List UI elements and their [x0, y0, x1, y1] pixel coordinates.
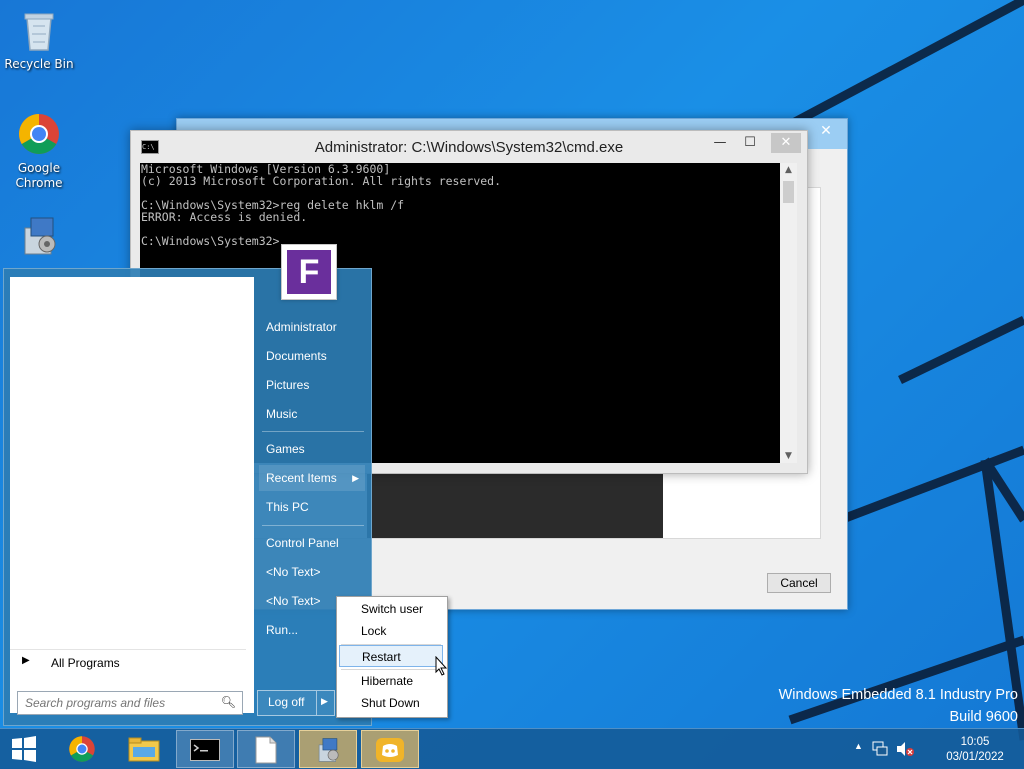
- file-explorer-icon: [128, 737, 160, 762]
- log-off-button[interactable]: Log off ▶: [257, 690, 335, 716]
- background-dialog-close-button[interactable]: ✕: [811, 121, 841, 141]
- branding-edition: Windows Embedded 8.1 Industry Pro: [778, 687, 1018, 703]
- cmd-titlebar[interactable]: C:\ Administrator: C:\Windows\System32\c…: [131, 131, 807, 163]
- start-menu-programs-pane: ▶ All Programs 🔍︎: [10, 277, 254, 715]
- windows-branding: Windows Embedded 8.1 Industry Pro Build …: [779, 684, 1018, 728]
- start-menu: ▶ All Programs 🔍︎ Administrator Document…: [3, 268, 372, 726]
- blank-document-icon: [255, 736, 277, 764]
- background-dialog-image-strip: [367, 474, 663, 538]
- taskbar-installer-button[interactable]: [299, 730, 357, 768]
- installer-package-icon: [24, 217, 56, 255]
- shutdown-options-arrow-icon[interactable]: ▶: [321, 696, 328, 707]
- system-tray: ▲ 10:05 03/01/2022: [854, 729, 1024, 769]
- console-line: (c) 2013 Microsoft Corporation. All righ…: [141, 174, 502, 188]
- discord-icon: [376, 738, 404, 762]
- close-button[interactable]: ✕: [771, 133, 801, 153]
- start-item-administrator[interactable]: Administrator: [259, 314, 365, 340]
- menu-item-switch-user[interactable]: Switch user: [339, 598, 443, 620]
- menu-item-shut-down[interactable]: Shut Down: [339, 692, 443, 714]
- console-prompt-line: C:\Windows\System32>: [141, 234, 280, 248]
- console-scrollbar[interactable]: ▲ ▼: [780, 163, 797, 463]
- start-item-control-panel[interactable]: Control Panel: [259, 530, 365, 556]
- minimize-button[interactable]: —: [705, 133, 735, 153]
- menu-item-lock[interactable]: Lock: [339, 620, 443, 642]
- network-icon[interactable]: [872, 741, 888, 757]
- clock-date: 03/01/2022: [946, 751, 1004, 763]
- start-item-recent-items[interactable]: Recent Items ▶: [259, 465, 365, 491]
- scroll-thumb[interactable]: [783, 181, 794, 203]
- taskbar-document-button[interactable]: [237, 730, 295, 768]
- volume-muted-icon[interactable]: [896, 741, 914, 757]
- console-line: ERROR: Access is denied.: [141, 210, 308, 224]
- chrome-desktop-icon[interactable]: Google Chrome: [3, 112, 75, 191]
- taskbar-discord-button[interactable]: [361, 730, 419, 768]
- windows-start-icon: [12, 736, 36, 762]
- recycle-bin-icon: [24, 13, 54, 51]
- cancel-button[interactable]: Cancel: [767, 573, 831, 593]
- all-programs-label: All Programs: [51, 656, 120, 670]
- taskbar-chrome-button[interactable]: [53, 730, 111, 768]
- taskbar-clock[interactable]: 10:05 03/01/2022: [940, 735, 1010, 765]
- chrome-icon: [19, 114, 59, 154]
- divider: [262, 525, 364, 526]
- start-item-this-pc[interactable]: This PC: [259, 494, 365, 520]
- branding-build: Build 9600: [949, 709, 1018, 725]
- recycle-bin-label: Recycle Bin: [4, 57, 74, 71]
- submenu-arrow-icon: ▶: [352, 473, 359, 483]
- all-programs-button[interactable]: ▶ All Programs: [10, 649, 246, 674]
- taskbar-cmd-button[interactable]: [176, 730, 234, 768]
- menu-item-restart[interactable]: Restart: [339, 645, 443, 667]
- recycle-bin-desktop-icon[interactable]: Recycle Bin: [3, 8, 75, 71]
- start-button[interactable]: [0, 730, 48, 768]
- scroll-up-icon[interactable]: ▲: [780, 165, 797, 175]
- search-box[interactable]: 🔍︎: [17, 691, 243, 715]
- taskbar-file-explorer-button[interactable]: [115, 730, 173, 768]
- installer-desktop-icon[interactable]: [3, 214, 75, 263]
- command-prompt-icon: [190, 739, 220, 761]
- search-icon[interactable]: 🔍︎: [221, 695, 236, 709]
- maximize-button[interactable]: ☐: [735, 133, 765, 153]
- mouse-pointer-icon: [435, 656, 448, 676]
- start-item-music[interactable]: Music: [259, 401, 365, 427]
- user-avatar: F: [287, 250, 331, 294]
- recent-items-label: Recent Items: [266, 471, 337, 485]
- taskbar: ▲ 10:05 03/01/2022: [0, 728, 1024, 769]
- chrome-icon: [69, 736, 95, 762]
- search-input[interactable]: [23, 693, 217, 713]
- log-off-label: Log off: [268, 695, 305, 709]
- divider: [316, 691, 317, 715]
- clock-time: 10:05: [960, 736, 990, 748]
- triangle-right-icon: ▶: [22, 655, 30, 666]
- start-item-no-text-1[interactable]: <No Text>: [259, 559, 365, 585]
- scroll-down-icon[interactable]: ▼: [780, 451, 797, 461]
- start-item-games[interactable]: Games: [259, 436, 365, 462]
- installer-package-icon: [318, 738, 339, 762]
- menu-item-hibernate[interactable]: Hibernate: [339, 670, 443, 692]
- start-item-documents[interactable]: Documents: [259, 343, 365, 369]
- start-item-pictures[interactable]: Pictures: [259, 372, 365, 398]
- user-tile[interactable]: F: [281, 244, 337, 300]
- shutdown-options-menu: Switch user Lock Restart Hibernate Shut …: [336, 596, 448, 718]
- chrome-label: Google Chrome: [15, 161, 63, 190]
- divider: [262, 431, 364, 432]
- show-hidden-icons-icon[interactable]: ▲: [854, 741, 863, 751]
